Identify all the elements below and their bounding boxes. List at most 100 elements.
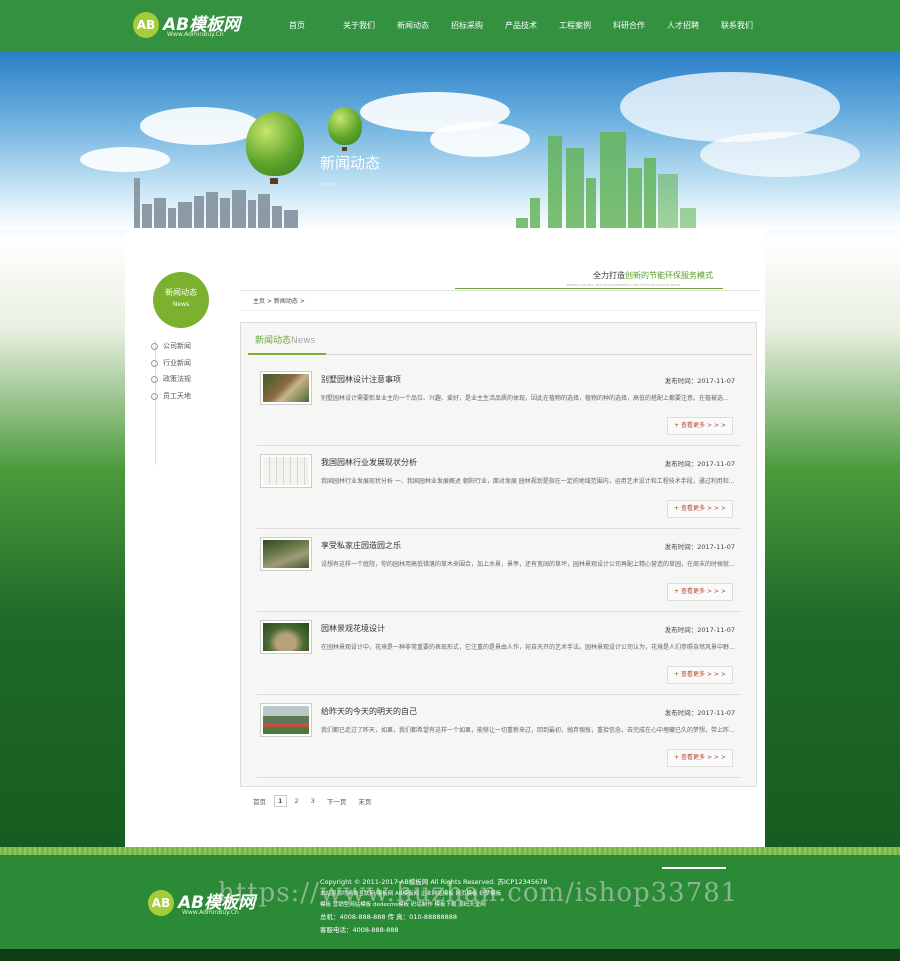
banner-title: 新闻动态 bbox=[320, 154, 381, 172]
flower-garden-photo bbox=[263, 706, 309, 734]
nav-research[interactable]: 科研合作 bbox=[604, 0, 658, 52]
sidebar-title-badge: 新闻动态 News bbox=[153, 272, 209, 328]
news-thumbnail[interactable] bbox=[260, 454, 312, 488]
breadcrumb-home[interactable]: 主页 bbox=[253, 298, 265, 305]
nav-products[interactable]: 产品技术 bbox=[496, 0, 550, 52]
news-thumbnail[interactable] bbox=[260, 537, 312, 571]
skyline-decoration bbox=[142, 204, 152, 228]
news-date: 发布时间：2017-11-07 bbox=[664, 709, 735, 717]
site-logo[interactable]: AB AB模板网 Www.AdminBuy.Cn bbox=[133, 10, 243, 42]
panel-title: 新闻动态News bbox=[255, 333, 315, 346]
skyline-decoration bbox=[284, 210, 298, 228]
news-date: 发布时间：2017-11-07 bbox=[664, 460, 735, 468]
cloud-decoration bbox=[620, 72, 840, 142]
news-thumbnail[interactable] bbox=[260, 620, 312, 654]
cloud-decoration bbox=[140, 107, 260, 145]
garden-photo bbox=[263, 374, 309, 402]
news-title[interactable]: 别墅园林设计注意事项 bbox=[321, 374, 401, 385]
read-more-button[interactable]: + 查看更多 > > > bbox=[667, 500, 733, 518]
nav-contact[interactable]: 联系我们 bbox=[712, 0, 766, 52]
news-excerpt: 设想有这样一个庭院，你的园林用高低错落的草木来围合，加上水景，景亭，还有宽阔的草… bbox=[321, 561, 735, 568]
news-item: 园林景观花境设计 发布时间：2017-11-07 在园林景观设计中，花境是一种非… bbox=[257, 612, 741, 695]
top-header: AB AB模板网 Www.AdminBuy.Cn 首页 关于我们 新闻动态 招标… bbox=[0, 0, 900, 52]
balloon-small-decoration bbox=[328, 107, 362, 145]
sidebar-item-staff[interactable]: 员工天地 bbox=[151, 388, 191, 405]
pager-first[interactable]: 首页 bbox=[249, 794, 270, 808]
skyline-decoration bbox=[220, 198, 230, 228]
sidebar-item-industry-news[interactable]: 行业新闻 bbox=[151, 355, 191, 372]
news-title[interactable]: 我国园林行业发展现状分析 bbox=[321, 457, 417, 468]
slogan-accent-line bbox=[455, 288, 723, 289]
news-item: 给昨天的今天的明天的自己 发布时间：2017-11-07 我们都已走过了昨天，如… bbox=[257, 695, 741, 778]
read-more-button[interactable]: + 查看更多 > > > bbox=[667, 749, 733, 767]
pager-last[interactable]: 末页 bbox=[354, 794, 375, 808]
skyline-decoration bbox=[134, 178, 140, 228]
sidebar-subtitle: News bbox=[172, 301, 190, 308]
news-title[interactable]: 享受私家庄园造园之乐 bbox=[321, 540, 401, 551]
breadcrumb-separator: > bbox=[266, 298, 272, 305]
balloon-large-decoration bbox=[246, 112, 304, 176]
news-item: 别墅园林设计注意事项 发布时间：2017-11-07 别墅园林设计需要彰显业主的… bbox=[257, 363, 741, 446]
news-panel: 新闻动态News 别墅园林设计注意事项 发布时间：2017-11-07 别墅园林… bbox=[240, 322, 757, 787]
green-skyline-decoration bbox=[566, 148, 584, 228]
banner-subtitle: News bbox=[321, 182, 335, 188]
nav-bidding[interactable]: 招标采购 bbox=[442, 0, 496, 52]
read-more-button[interactable]: + 查看更多 > > > bbox=[667, 583, 733, 601]
news-thumbnail[interactable] bbox=[260, 703, 312, 737]
panel-title-cn: 新闻动态 bbox=[255, 336, 292, 346]
page-banner: 新闻动态 News bbox=[0, 52, 900, 230]
nav-about[interactable]: 关于我们 bbox=[334, 0, 388, 52]
panel-title-en: News bbox=[291, 336, 316, 346]
pager-next[interactable]: 下一页 bbox=[323, 794, 351, 808]
logo-subtitle: Www.AdminBuy.Cn bbox=[167, 31, 224, 38]
diagram-photo bbox=[263, 457, 309, 485]
footer-service: 客服电话：4008-888-888 bbox=[320, 926, 399, 934]
read-more-button[interactable]: + 查看更多 > > > bbox=[667, 417, 733, 435]
skyline-decoration bbox=[168, 208, 176, 228]
green-skyline-decoration bbox=[644, 158, 656, 228]
news-date: 发布时间：2017-11-07 bbox=[664, 377, 735, 385]
breadcrumb-current[interactable]: 新闻动态 bbox=[274, 298, 298, 305]
breadcrumb-divider bbox=[240, 310, 760, 311]
nav-jobs[interactable]: 人才招聘 bbox=[658, 0, 712, 52]
green-skyline-decoration bbox=[530, 198, 540, 228]
balloon-basket-decoration bbox=[342, 147, 347, 151]
slogan-prefix: 全力打造 bbox=[593, 271, 625, 280]
nav-cases[interactable]: 工程案例 bbox=[550, 0, 604, 52]
slogan-highlight: 创新的节能环保服务模式 bbox=[625, 271, 713, 280]
skyline-decoration bbox=[194, 196, 204, 228]
skyline-decoration bbox=[178, 202, 192, 228]
news-excerpt: 我们都已走过了昨天，如果，我们都希望有这样一个如果，能够让一切重新来过，回到最初… bbox=[321, 727, 735, 734]
breadcrumb: 主页 > 新闻动态 > bbox=[253, 296, 305, 305]
balloon-basket-decoration bbox=[270, 178, 278, 184]
news-date: 发布时间：2017-11-07 bbox=[664, 543, 735, 551]
cloud-decoration bbox=[700, 132, 860, 177]
slogan-divider bbox=[240, 290, 760, 291]
nav-news[interactable]: 新闻动态 bbox=[388, 0, 442, 52]
news-date: 发布时间：2017-11-07 bbox=[664, 626, 735, 634]
nav-home[interactable]: 首页 bbox=[280, 0, 334, 52]
footer-phone: 总机：4008-888-888 传 真：010-88888888 bbox=[320, 913, 458, 921]
news-item: 我国园林行业发展现状分析 发布时间：2017-11-07 我国园林行业发展现状分… bbox=[257, 446, 741, 529]
pagination: 首页 1 2 3 下一页 末页 bbox=[249, 794, 379, 808]
cloud-decoration bbox=[80, 147, 170, 172]
sidebar-menu: 公司新闻 行业新闻 政策法规 员工天地 bbox=[151, 338, 191, 404]
news-title[interactable]: 园林景观花境设计 bbox=[321, 623, 385, 634]
pager-page-2[interactable]: 2 bbox=[291, 795, 303, 807]
skyline-decoration bbox=[248, 200, 256, 228]
green-skyline-decoration bbox=[548, 136, 562, 228]
watermark-text: https://www.huzhan.com/ishop33781 bbox=[218, 878, 739, 908]
pager-page-3[interactable]: 3 bbox=[307, 795, 319, 807]
news-item: 享受私家庄园造园之乐 发布时间：2017-11-07 设想有这样一个庭院，你的园… bbox=[257, 529, 741, 612]
logo-mark: AB bbox=[133, 12, 159, 38]
read-more-button[interactable]: + 查看更多 > > > bbox=[667, 666, 733, 684]
sidebar-item-company-news[interactable]: 公司新闻 bbox=[151, 338, 191, 355]
flower-bed-photo bbox=[263, 623, 309, 651]
skyline-decoration bbox=[258, 194, 270, 228]
news-thumbnail[interactable] bbox=[260, 371, 312, 405]
green-skyline-decoration bbox=[600, 132, 626, 228]
pager-page-1[interactable]: 1 bbox=[274, 795, 287, 807]
news-title[interactable]: 给昨天的今天的明天的自己 bbox=[321, 706, 417, 717]
sidebar-item-policy[interactable]: 政策法规 bbox=[151, 371, 191, 388]
skyline-decoration bbox=[272, 206, 282, 228]
